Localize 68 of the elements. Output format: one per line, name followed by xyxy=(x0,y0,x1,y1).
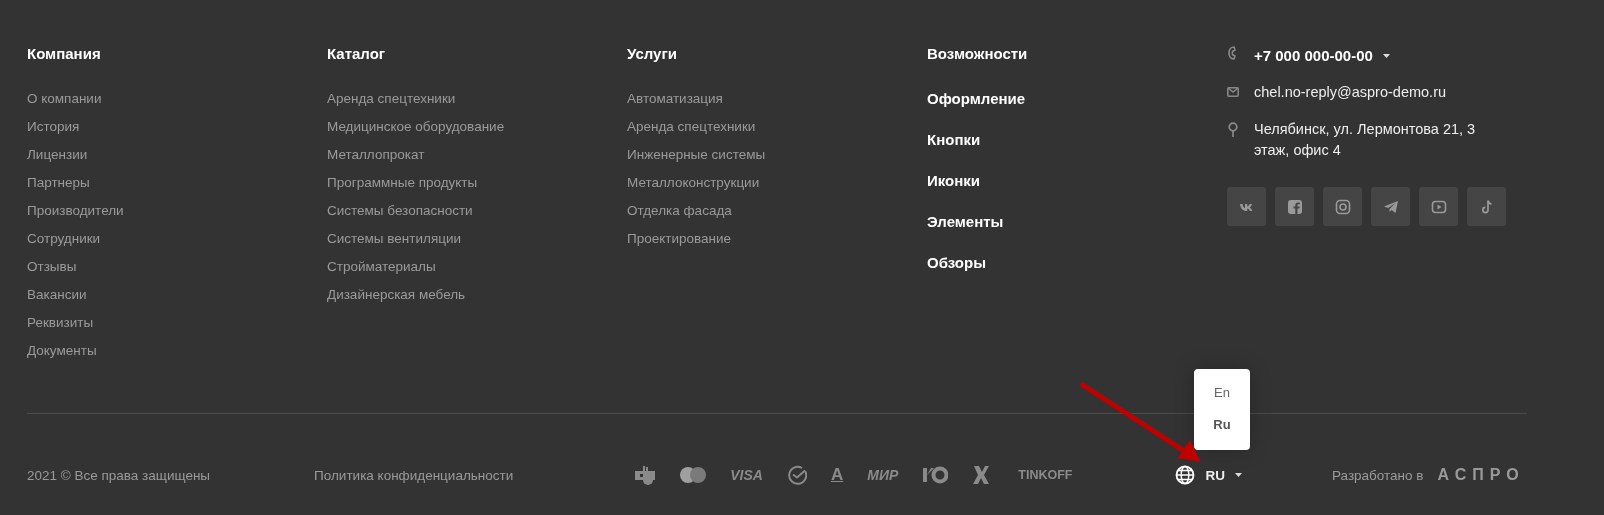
column-heading[interactable]: Услуги xyxy=(627,45,927,63)
footer-link[interactable]: Вакансии xyxy=(27,281,327,309)
youtube-icon xyxy=(1430,198,1447,215)
address-text: Челябинск, ул. Лермонтова 21, 3 этаж, офис 4 xyxy=(1254,120,1477,160)
copyright-text: 2021 © Все права защищены xyxy=(27,467,211,483)
vk-button[interactable] xyxy=(1227,187,1266,226)
caret-icon xyxy=(1234,473,1242,477)
instagram-button[interactable] xyxy=(1323,187,1362,226)
footer-link[interactable]: Производители xyxy=(27,197,327,225)
developer-logo[interactable]: АСПРО xyxy=(1437,466,1525,484)
phone-icon xyxy=(1227,45,1239,61)
footer-link[interactable]: Отзывы xyxy=(27,253,327,281)
footer-link[interactable]: Системы безопасности xyxy=(327,197,627,225)
footer-link[interactable]: Автоматизация xyxy=(627,85,927,113)
telegram-button[interactable] xyxy=(1371,187,1410,226)
facebook-icon xyxy=(1286,198,1303,215)
footer-link[interactable]: Лицензии xyxy=(27,141,327,169)
payment-logo: TINKOFF xyxy=(1018,468,1073,482)
globe-icon xyxy=(1175,465,1196,485)
footer-link[interactable]: Проектирование xyxy=(627,225,927,253)
cash-register-icon xyxy=(634,465,657,485)
privacy-policy-link[interactable]: Политика конфиденциальности xyxy=(314,467,514,483)
yoo-logo-icon xyxy=(922,466,949,484)
footer-link[interactable]: Аренда спецтехники xyxy=(627,113,927,141)
email-link[interactable]: chel.no-reply@aspro-demo.ru xyxy=(1254,82,1447,103)
developer-text: Разработано в xyxy=(1331,467,1424,483)
footer-link[interactable]: Программные продукты xyxy=(327,169,627,197)
feature-link[interactable]: Элементы xyxy=(927,201,1227,243)
phone-number[interactable]: +7 000 000-00-00 xyxy=(1254,45,1373,66)
feature-link[interactable]: Иконки xyxy=(927,160,1227,202)
footer-link[interactable]: Отделка фасада xyxy=(627,197,927,225)
instagram-icon xyxy=(1334,198,1351,215)
column-heading[interactable]: Каталог xyxy=(327,45,627,63)
footer-link[interactable]: Сотрудники xyxy=(27,225,327,253)
footer-link[interactable]: Системы вентиляции xyxy=(327,225,627,253)
caret-icon xyxy=(1382,53,1390,58)
footer-link[interactable]: История xyxy=(27,113,327,141)
language-switcher[interactable]: RU xyxy=(1205,467,1225,483)
youtube-button[interactable] xyxy=(1419,187,1458,226)
location-pin-icon xyxy=(1227,122,1239,137)
check-circle-icon xyxy=(786,465,807,485)
x-shape-icon xyxy=(972,465,991,485)
tiktok-button[interactable] xyxy=(1467,187,1506,226)
footer-link[interactable]: Медицинское оборудование xyxy=(327,113,627,141)
footer-link[interactable]: Аренда спецтехники xyxy=(327,85,627,113)
payment-logo: VISA xyxy=(730,467,763,483)
facebook-button[interactable] xyxy=(1275,187,1314,226)
footer-link[interactable]: Партнеры xyxy=(27,169,327,197)
column-heading[interactable]: Компания xyxy=(27,45,327,63)
footer-link[interactable]: Металлоконструкции xyxy=(627,169,927,197)
payment-logo: МИР xyxy=(867,467,899,483)
footer-link[interactable]: Реквизиты xyxy=(27,309,327,337)
footer-link[interactable]: Документы xyxy=(27,337,327,365)
column-heading[interactable]: Возможности xyxy=(927,45,1227,63)
telegram-icon xyxy=(1382,198,1399,215)
feature-link[interactable]: Обзоры xyxy=(927,242,1227,284)
mail-icon xyxy=(1227,87,1239,97)
footer-link[interactable]: Инженерные системы xyxy=(627,141,927,169)
overlapping-circles-icon xyxy=(680,467,707,483)
language-option[interactable]: En xyxy=(1214,377,1230,409)
footer-link[interactable]: Стройматериалы xyxy=(327,253,627,281)
feature-link[interactable]: Оформление xyxy=(927,78,1227,120)
footer-link[interactable]: Металлопрокат xyxy=(327,141,627,169)
language-option[interactable]: Ru xyxy=(1213,409,1231,441)
footer-link[interactable]: О компании xyxy=(27,85,327,113)
feature-link[interactable]: Кнопки xyxy=(927,119,1227,161)
payment-logo: А xyxy=(830,465,844,485)
footer-link[interactable]: Дизайнерская мебель xyxy=(327,281,627,309)
